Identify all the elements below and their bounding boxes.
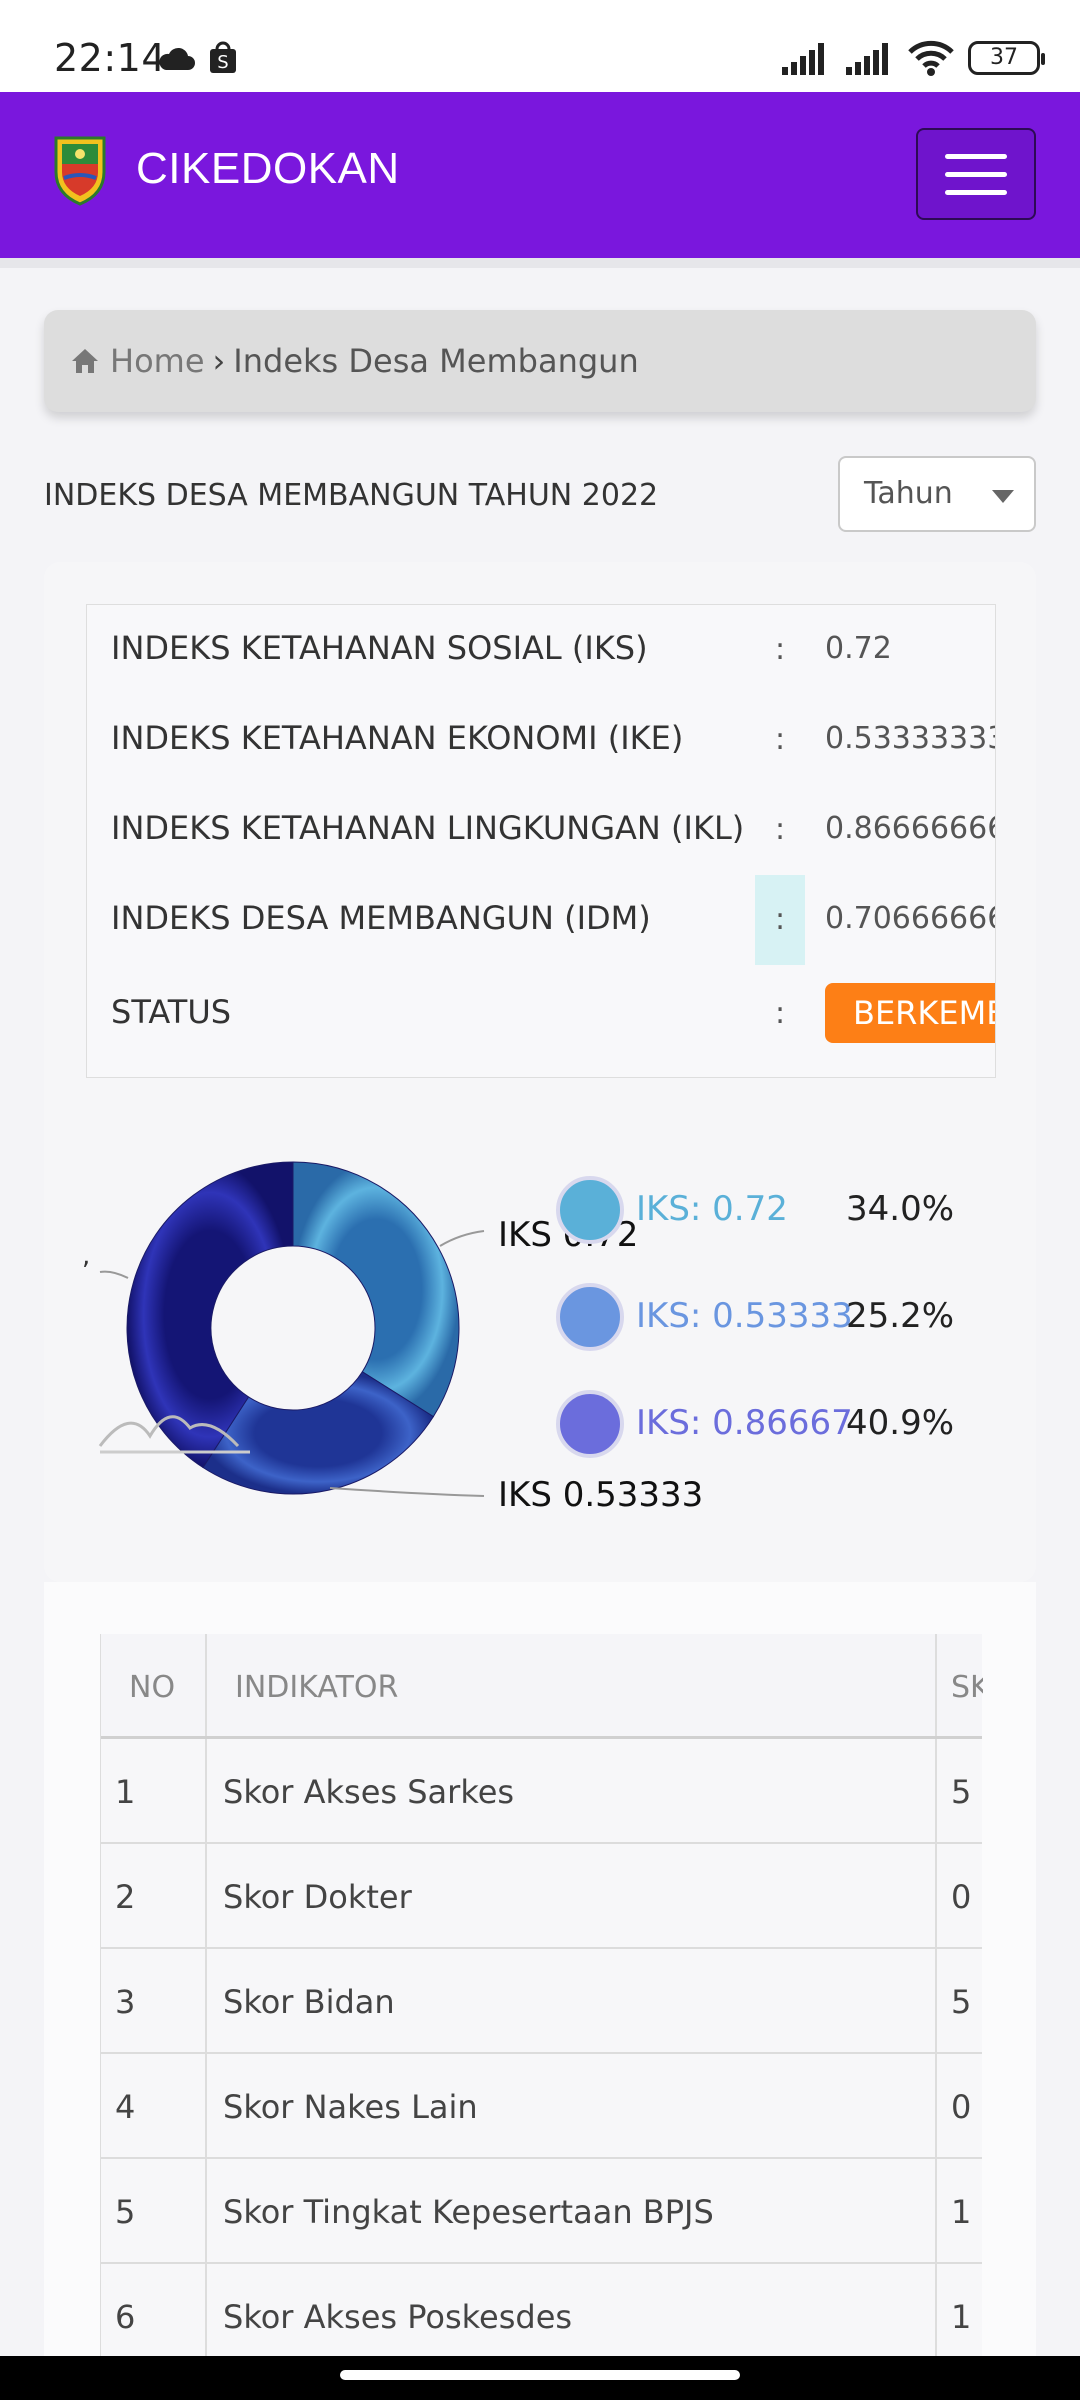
table-row: 6 Skor Akses Poskesdes 1 (101, 2264, 982, 2369)
row-no: 1 (115, 1773, 136, 1811)
shopping-bag-icon: S (210, 41, 236, 73)
row-indikator: Skor Nakes Lain (223, 2088, 478, 2126)
index-colon: : (774, 996, 786, 1031)
donut-slices (126, 1161, 460, 1495)
cloud-icon (159, 47, 195, 70)
row-no: 6 (115, 2298, 136, 2336)
wifi-icon (908, 40, 954, 76)
legend-label: IKS: 0.53333 (636, 1296, 853, 1336)
index-value: 0.86666666 (825, 811, 996, 846)
breadcrumb-separator: › (212, 342, 226, 380)
index-row-status: STATUS : BERKEMBANG (87, 969, 995, 1059)
index-label: INDEKS KETAHANAN EKONOMI (IKE) (111, 719, 684, 757)
row-skor: 1 (951, 2298, 972, 2336)
row-indikator: Skor Bidan (223, 1983, 395, 2021)
index-label: INDEKS KETAHANAN SOSIAL (IKS) (111, 629, 648, 667)
legend-marker (556, 1283, 624, 1351)
hamburger-icon (945, 171, 1007, 177)
home-gesture-handle[interactable] (340, 2370, 740, 2380)
legend-label: IKS: 0.72 (636, 1189, 788, 1229)
breadcrumb-home-link[interactable]: Home (110, 342, 205, 380)
year-select-value: Tahun (864, 476, 953, 511)
row-skor: 5 (951, 1983, 972, 2021)
indicator-table: NO INDIKATOR SKOR 1 Skor Akses Sarkes 5 … (100, 1634, 983, 2369)
leader-line (439, 1230, 485, 1247)
chart-legend: IKS: 0.72 34.0% IKS: 0.5333325.2% IKS: 0.86… (556, 1176, 954, 1458)
legend-percentage: 34.0% (846, 1189, 954, 1229)
index-row-idm: INDEKS DESA MEMBANGUN (IDM) : 0.70666666 (87, 875, 995, 965)
column-header-skor[interactable]: SKOR (951, 1670, 983, 1705)
breadcrumb-current: Indeks Desa Membangun (233, 342, 639, 380)
battery-icon: 37 (968, 41, 1045, 75)
index-row-ike: INDEKS KETAHANAN EKONOMI (IKE) : 0.53333… (87, 695, 995, 785)
brand-name[interactable]: CIKEDOKAN (136, 144, 400, 194)
table-row: 3 Skor Bidan 5 (101, 1949, 982, 2054)
navbar: CIKEDOKAN (0, 92, 1080, 258)
caret-down-icon (992, 490, 1014, 503)
year-select[interactable]: Tahun (838, 456, 1036, 532)
row-skor: 5 (951, 1773, 972, 1811)
row-skor: 1 (951, 2193, 972, 2231)
row-no: 2 (115, 1878, 136, 1916)
table-header-row: NO INDIKATOR SKOR (101, 1634, 983, 1739)
idm-donut-chart: , IKS 0.72 IKS 0.53333 IKS: 0.7234.0%IKS… (82, 1161, 954, 1515)
row-indikator: Skor Tingkat Kepesertaan BPJS (223, 2193, 714, 2231)
slice-label: IKS 0.53333 (498, 1475, 703, 1515)
index-value: 0.70666666 (825, 901, 996, 936)
column-header-no[interactable]: NO (129, 1670, 175, 1705)
navbar-divider (0, 258, 1080, 268)
index-colon: : (774, 632, 786, 667)
legend-percentage: 40.9% (846, 1403, 954, 1443)
index-colon: : (774, 722, 786, 757)
signal-icon (782, 43, 824, 75)
row-skor: 0 (951, 1878, 972, 1916)
row-indikator: Skor Dokter (223, 1878, 412, 1916)
row-no: 4 (115, 2088, 136, 2126)
table-row: 4 Skor Nakes Lain 0 (101, 2054, 982, 2159)
index-value: 0.53333333 (825, 721, 996, 756)
index-value: 0.72 (825, 631, 892, 666)
status-bar: 22:14 S 37 (0, 0, 1080, 92)
hamburger-icon (945, 189, 1007, 195)
home-icon (72, 349, 98, 373)
index-row-iks: INDEKS KETAHANAN SOSIAL (IKS) : 0.72 (87, 605, 995, 695)
row-indikator: Skor Akses Poskesdes (223, 2298, 573, 2336)
table-row: 2 Skor Dokter 0 (101, 1844, 982, 1949)
gesture-navigation-bar (0, 2356, 1080, 2400)
index-colon: : (755, 875, 805, 965)
index-label: INDEKS DESA MEMBANGUN (IDM) (111, 899, 651, 937)
page-title: INDEKS DESA MEMBANGUN TAHUN 2022 (44, 478, 659, 513)
index-table: INDEKS KETAHANAN SOSIAL (IKS) : 0.72 IND… (86, 604, 996, 1078)
svg-text:S: S (217, 52, 228, 73)
legend-percentage: 25.2% (846, 1296, 954, 1336)
table-row: 5 Skor Tingkat Kepesertaan BPJS 1 (101, 2159, 982, 2264)
row-no: 5 (115, 2193, 136, 2231)
signal-icon (846, 43, 888, 75)
leader-tick: , (82, 1241, 90, 1271)
hamburger-icon (945, 153, 1007, 159)
legend-label: IKS: 0.86667 (636, 1403, 853, 1443)
hamburger-menu-button[interactable] (916, 128, 1036, 220)
status-label: STATUS (111, 993, 232, 1031)
index-label: INDEKS KETAHANAN LINGKUNGAN (IKL) (111, 809, 745, 847)
leader-line (99, 1270, 129, 1279)
row-indikator: Skor Akses Sarkes (223, 1773, 515, 1811)
legend-marker (556, 1390, 624, 1458)
leader-line (329, 1487, 485, 1497)
table-row: 1 Skor Akses Sarkes 5 (101, 1739, 982, 1844)
status-badge: BERKEMBANG (825, 983, 995, 1043)
row-no: 3 (115, 1983, 136, 2021)
legend-marker (556, 1176, 624, 1244)
breadcrumb: Home › Indeks Desa Membangun (44, 310, 1036, 412)
status-time: 22:14 (54, 36, 167, 80)
donut-slice[interactable] (292, 1161, 460, 1418)
column-header-indikator[interactable]: INDIKATOR (235, 1670, 398, 1705)
row-skor: 0 (951, 2088, 972, 2126)
index-row-ikl: INDEKS KETAHANAN LINGKUNGAN (IKL) : 0.86… (87, 785, 995, 875)
index-colon: : (774, 812, 786, 847)
village-logo-icon[interactable] (50, 132, 110, 208)
